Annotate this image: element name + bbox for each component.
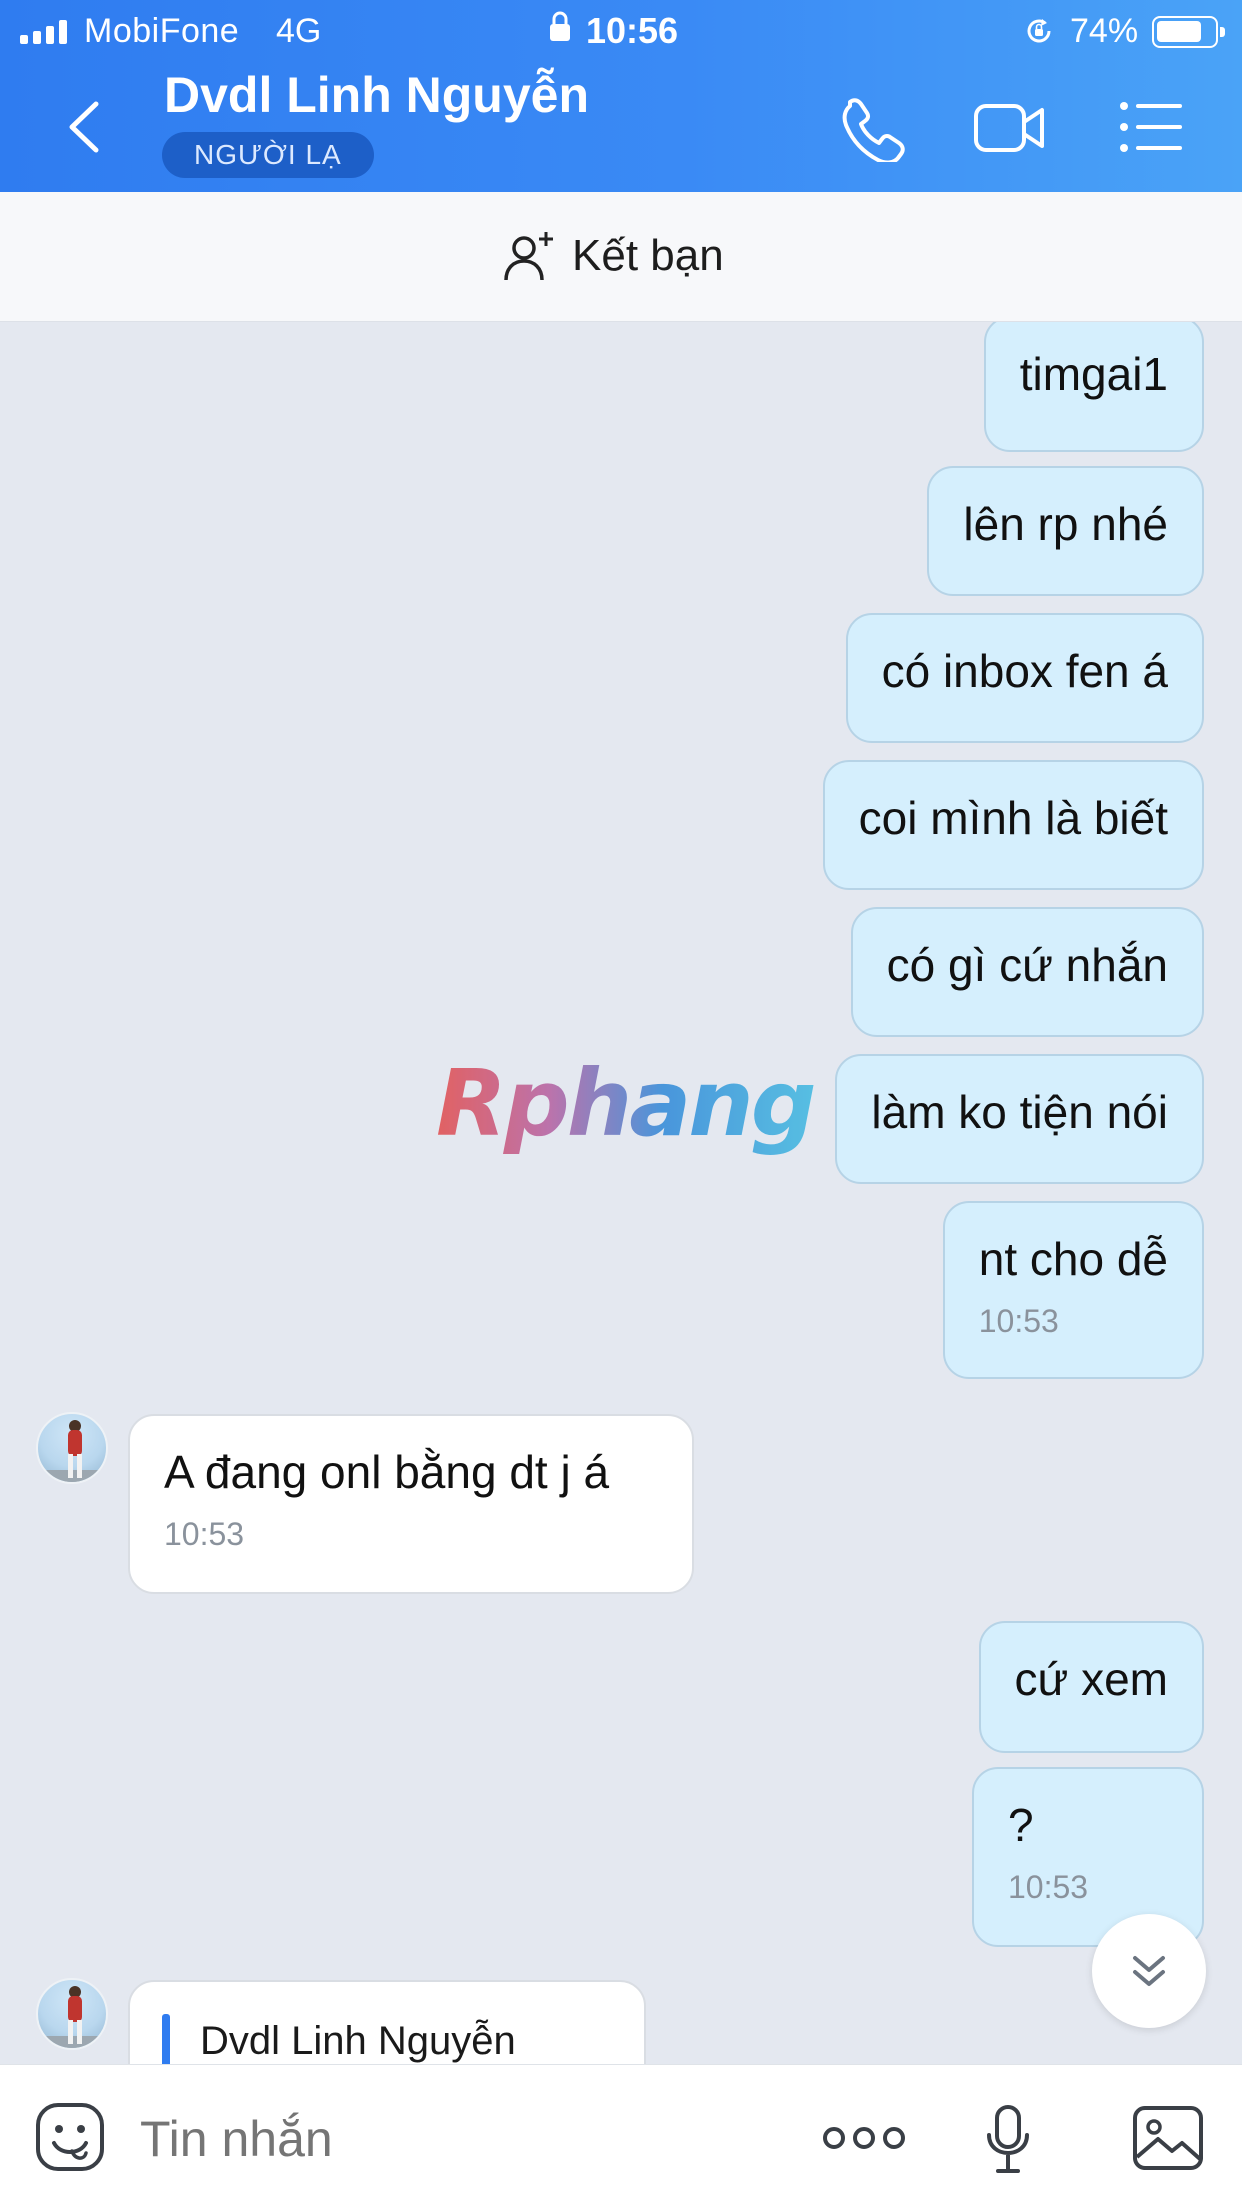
- message-bubble[interactable]: cứ xem: [978, 1621, 1204, 1753]
- microphone-icon[interactable]: [984, 2103, 1032, 2175]
- reply-indicator: [162, 2014, 170, 2064]
- message-text: A đang onl bằng dt j á: [164, 1446, 610, 1498]
- image-icon[interactable]: [1132, 2105, 1204, 2171]
- avatar[interactable]: [36, 1412, 108, 1484]
- watermark-logo: Rphang: [436, 1050, 817, 1157]
- video-call-icon[interactable]: [972, 92, 1048, 162]
- message-bubble[interactable]: có inbox fen á: [845, 613, 1204, 743]
- message-list[interactable]: timgai1 lên rp nhé có inbox fen á coi mì…: [0, 322, 1242, 2064]
- add-friend-label: Kết bạn: [572, 231, 724, 280]
- message-text: nt cho dễ: [978, 1233, 1168, 1285]
- status-time: 10:56: [586, 10, 679, 51]
- battery-icon: [1152, 16, 1225, 48]
- contact-name[interactable]: Dvdl Linh Nguyễn: [164, 66, 589, 124]
- rotation-lock-icon: [1027, 19, 1051, 43]
- back-icon[interactable]: [56, 92, 116, 162]
- menu-icon[interactable]: [1114, 92, 1190, 162]
- status-bar: MobiFone 4G 10:56 74%: [0, 0, 1242, 62]
- scroll-to-bottom-button[interactable]: [1092, 1914, 1206, 2028]
- message-text: có gì cứ nhắn: [886, 939, 1168, 991]
- message-bubble[interactable]: có gì cứ nhắn: [850, 907, 1204, 1037]
- chat-header: MobiFone 4G 10:56 74% Dvdl Linh Nguyễn N…: [0, 0, 1242, 192]
- emoji-icon[interactable]: [34, 2101, 106, 2173]
- message-text: coi mình là biết: [858, 792, 1168, 844]
- chevron-down-icon: [1133, 1956, 1165, 1986]
- phone-icon[interactable]: [836, 92, 912, 162]
- message-bubble[interactable]: timgai1: [983, 322, 1204, 452]
- lock-icon: [550, 11, 570, 41]
- add-friend-button[interactable]: Kết bạn: [502, 228, 724, 284]
- signal-icon: [20, 20, 67, 44]
- message-input[interactable]: [140, 2109, 740, 2169]
- message-time: 10:53: [978, 1303, 1059, 1339]
- message-text: ?: [1008, 1799, 1034, 1851]
- message-text: timgai1: [1019, 348, 1168, 400]
- message-bubble[interactable]: coi mình là biết: [822, 760, 1204, 890]
- reply-sender-name: Dvdl Linh Nguyễn: [200, 2019, 516, 2063]
- add-user-icon: [504, 232, 553, 281]
- network-type: 4G: [276, 12, 322, 50]
- message-bubble[interactable]: lên rp nhé: [927, 466, 1204, 596]
- message-time: 10:53: [164, 1516, 245, 1552]
- battery-percent: 74%: [1070, 12, 1139, 50]
- add-friend-bar: Kết bạn: [0, 192, 1242, 322]
- message-bubble[interactable]: làm ko tiện nói: [835, 1054, 1204, 1184]
- message-bubble[interactable]: nt cho dễ 10:53: [942, 1201, 1204, 1379]
- more-icon[interactable]: [822, 2123, 906, 2153]
- message-text: làm ko tiện nói: [871, 1086, 1168, 1138]
- message-text: cứ xem: [1014, 1653, 1168, 1705]
- message-bubble[interactable]: A đang onl bằng dt j á 10:53: [128, 1414, 694, 1594]
- avatar[interactable]: [36, 1978, 108, 2050]
- stranger-badge: NGƯỜI LẠ: [162, 132, 374, 178]
- message-text: lên rp nhé: [963, 498, 1168, 550]
- carrier-name: MobiFone: [84, 12, 240, 50]
- message-composer: [0, 2064, 1242, 2208]
- reply-message-bubble[interactable]: Dvdl Linh Nguyễn: [128, 1980, 646, 2064]
- message-time: 10:53: [1008, 1869, 1089, 1905]
- message-text: có inbox fen á: [881, 645, 1168, 697]
